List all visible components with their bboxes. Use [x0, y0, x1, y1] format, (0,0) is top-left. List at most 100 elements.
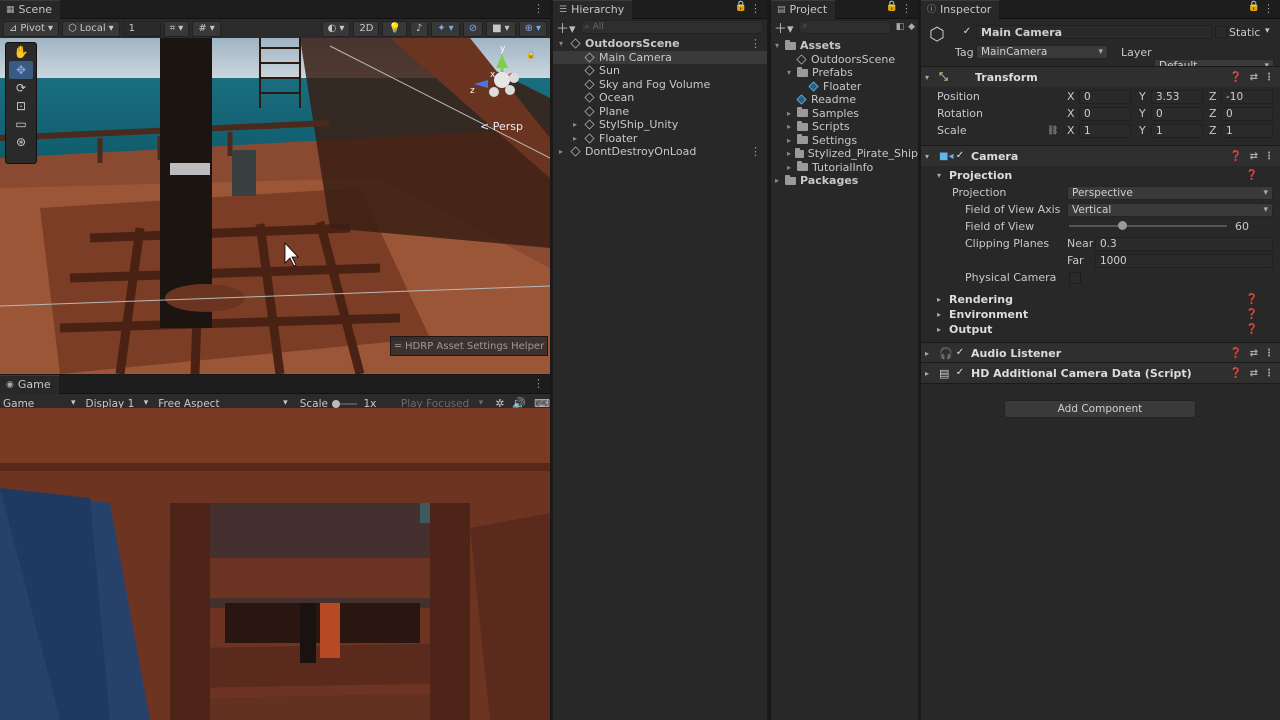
presets-icon[interactable]: ⇄ [1250, 368, 1258, 379]
tab-hierarchy[interactable]: ☰ Hierarchy [553, 0, 633, 19]
scale-z-field[interactable]: 1 [1221, 123, 1273, 138]
scale-y-field[interactable]: 1 [1151, 123, 1203, 138]
rotation-x-field[interactable]: 0 [1079, 106, 1131, 121]
tab-project[interactable]: ▤ Project [771, 0, 836, 19]
audio-toggle[interactable]: ♪ [409, 20, 429, 37]
camera-settings-dropdown[interactable]: ■ ▾ [486, 20, 516, 37]
component-menu-icon[interactable]: ⋮ [1264, 368, 1274, 379]
hierarchy-item[interactable]: Ocean [553, 91, 767, 105]
hierarchy-search-input[interactable]: ⌕ All [579, 20, 764, 34]
component-menu-icon[interactable]: ⋮ [1264, 72, 1274, 83]
collapsed-arrow-icon[interactable]: ▸ [787, 120, 797, 134]
scene-viewport[interactable]: ✋ ✥ ⟳ ⊡ ▭ ⊛ y x z 🔒 < Persp ═ HDRP Asset… [0, 38, 550, 374]
scale-slider-thumb[interactable] [331, 399, 340, 408]
near-field[interactable]: 0.3 [1095, 236, 1273, 251]
help-icon[interactable]: ❓ [1230, 348, 1242, 359]
presets-icon[interactable]: ⇄ [1250, 151, 1258, 162]
help-icon[interactable]: ❓ [1246, 324, 1258, 335]
rendering-section-header[interactable]: ▸ Rendering ❓ [921, 292, 1280, 307]
position-y-field[interactable]: 3.53 [1151, 89, 1203, 104]
grid-snap-field[interactable]: 1 [122, 20, 161, 37]
help-icon[interactable]: ❓ [1246, 309, 1258, 320]
tab-game[interactable]: ◉ Game [0, 374, 59, 394]
orientation-gizmo[interactable]: y x z 🔒 [470, 44, 536, 116]
project-menu-icon[interactable]: ⋮ [901, 2, 912, 15]
project-search-input[interactable]: ⌕ [797, 20, 892, 34]
hierarchy-item[interactable]: Main Camera [553, 50, 767, 64]
game-viewport[interactable] [0, 408, 550, 720]
scale-tool-icon[interactable]: ⊡ [16, 97, 26, 115]
position-x-field[interactable]: 0 [1079, 89, 1131, 104]
item-menu-icon[interactable]: ⋮ [750, 145, 761, 159]
hierarchy-item[interactable]: ▸ Floater [553, 132, 767, 146]
projection-section-header[interactable]: ▾ Projection ❓ [921, 168, 1280, 183]
gizmo-lock-icon[interactable]: 🔒 [526, 50, 536, 59]
help-icon[interactable]: ❓ [1246, 294, 1258, 305]
environment-section-header[interactable]: ▸ Environment ❓ [921, 307, 1280, 322]
object-name-field[interactable]: Main Camera [976, 25, 1212, 39]
project-item[interactable]: ▸ Packages [771, 174, 918, 188]
hierarchy-item[interactable]: ▸ DontDestroyOnLoad ⋮ [553, 145, 767, 159]
persp-label[interactable]: < Persp [480, 120, 523, 133]
tab-scene[interactable]: ▦ Scene [0, 0, 61, 19]
project-item[interactable]: ▸ Stylized_Pirate_Ship [771, 147, 918, 161]
project-item[interactable]: ▾ Prefabs [771, 66, 918, 80]
rotate-tool-icon[interactable]: ⟳ [16, 79, 26, 97]
camera-enabled-checkbox[interactable]: ✓ [955, 151, 965, 161]
local-dropdown[interactable]: ⬡ Local ▾ [61, 20, 120, 37]
rotation-z-field[interactable]: 0 [1221, 106, 1273, 121]
fov-slider[interactable] [1069, 221, 1227, 231]
audio-listener-checkbox[interactable]: ✓ [955, 348, 965, 358]
physical-camera-checkbox[interactable] [1069, 271, 1081, 284]
static-dropdown-icon[interactable]: ▾ [1265, 26, 1270, 36]
gizmos-dropdown[interactable]: ⊕ ▾ [518, 20, 547, 37]
static-checkbox[interactable] [1215, 26, 1227, 38]
lock-icon[interactable]: 🔒 [886, 1, 898, 12]
expanded-arrow-icon[interactable]: ▾ [787, 66, 797, 80]
hierarchy-item[interactable]: ▾ OutdoorsScene ⋮ [553, 37, 767, 51]
help-icon[interactable]: ❓ [1246, 170, 1258, 181]
hidden-objects-toggle[interactable]: ⊘ [462, 20, 484, 37]
projection-dropdown[interactable]: Perspective [1067, 185, 1273, 200]
label-icon[interactable]: ◆ [908, 22, 915, 32]
project-item[interactable]: ▸ Settings [771, 134, 918, 148]
output-section-header[interactable]: ▸ Output ❓ [921, 322, 1280, 337]
effects-dropdown[interactable]: ✦ ▾ [431, 20, 460, 37]
collapsed-arrow-icon[interactable]: ▸ [573, 132, 583, 146]
pivot-dropdown[interactable]: ⊿ Pivot ▾ [3, 20, 59, 37]
collapsed-arrow-icon[interactable]: ▸ [559, 145, 569, 159]
scale-x-field[interactable]: 1 [1079, 123, 1131, 138]
hdrp-helper-overlay[interactable]: ═ HDRP Asset Settings Helper [390, 336, 548, 356]
scene-menu-icon[interactable]: ⋮ [533, 2, 544, 15]
help-icon[interactable]: ❓ [1230, 151, 1242, 162]
draw-mode-dropdown[interactable]: ◐ ▾ [321, 20, 351, 37]
active-checkbox[interactable]: ✓ [962, 27, 972, 37]
hierarchy-item[interactable]: Plane [553, 105, 767, 119]
project-item[interactable]: ▸ Samples [771, 107, 918, 121]
tag-dropdown[interactable]: MainCamera [976, 45, 1108, 59]
collapsed-arrow-icon[interactable]: ▸ [573, 118, 583, 132]
project-item[interactable]: ▸ TutorialInfo [771, 161, 918, 175]
fov-value[interactable]: 60 [1235, 220, 1249, 233]
add-icon[interactable]: ＋▾ [556, 18, 576, 37]
audio-listener-header[interactable]: ▸ 🎧 ✓ Audio Listener ❓ ⇄ ⋮ [921, 342, 1280, 363]
transform-tool-icon[interactable]: ⊛ [16, 133, 26, 151]
constrain-proportions-icon[interactable]: ⛓ [1047, 126, 1058, 136]
component-menu-icon[interactable]: ⋮ [1264, 151, 1274, 162]
help-icon[interactable]: ❓ [1230, 72, 1242, 83]
grid-snap-toggle[interactable]: ⌗ ▾ [163, 20, 190, 37]
hierarchy-item[interactable]: ▸ StylShip_Unity [553, 118, 767, 132]
camera-header[interactable]: ▾ ■◂ ✓ Camera ❓ ⇄ ⋮ [921, 145, 1280, 166]
help-icon[interactable]: ❓ [1230, 368, 1242, 379]
add-component-button[interactable]: Add Component [1004, 400, 1196, 418]
collapsed-arrow-icon[interactable]: ▸ [787, 161, 797, 175]
scale-slider[interactable] [331, 399, 358, 409]
project-item[interactable]: ▾ Assets [771, 39, 918, 53]
lock-icon[interactable]: 🔒 [735, 1, 747, 12]
inspector-menu-icon[interactable]: ⋮ [1263, 2, 1274, 15]
hierarchy-item[interactable]: Sky and Fog Volume [553, 78, 767, 92]
tab-inspector[interactable]: ⓘ Inspector [921, 0, 1000, 19]
far-field[interactable]: 1000 [1095, 253, 1273, 268]
hierarchy-menu-icon[interactable]: ⋮ [750, 2, 761, 15]
fov-slider-thumb[interactable] [1117, 221, 1127, 230]
